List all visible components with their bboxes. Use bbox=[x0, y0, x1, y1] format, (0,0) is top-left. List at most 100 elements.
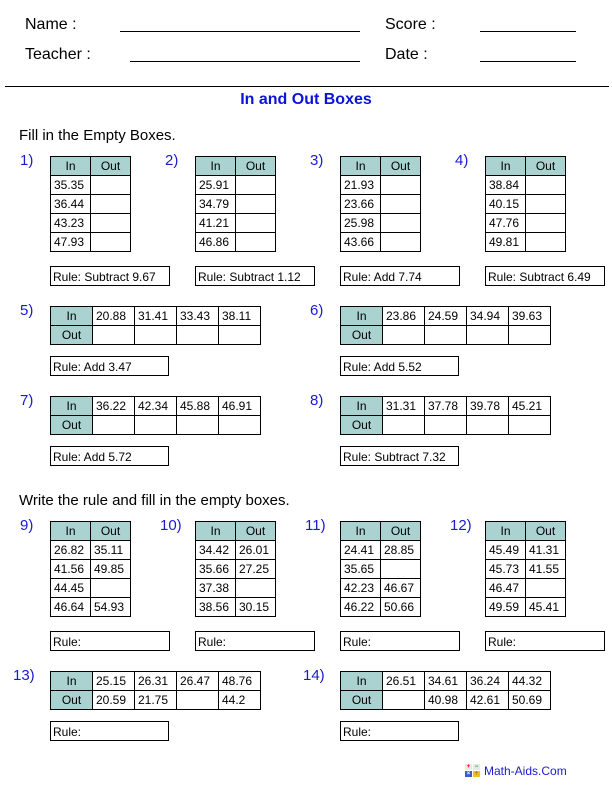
out-header: Out bbox=[235, 521, 276, 541]
in-cell: 43.66 bbox=[340, 232, 381, 252]
table-row: 46.47 bbox=[485, 578, 566, 598]
out-cell[interactable] bbox=[525, 175, 566, 195]
rule-box[interactable]: Rule: bbox=[340, 721, 459, 741]
out-cell: 41.31 bbox=[525, 540, 566, 560]
table-row: 38.84 bbox=[485, 175, 566, 195]
in-cell: 44.32 bbox=[508, 671, 551, 691]
out-header: Out bbox=[525, 521, 566, 541]
out-cell: 35.11 bbox=[90, 540, 131, 560]
out-cell: 40.98 bbox=[424, 690, 467, 710]
table-row: In 31.31 37.78 39.78 45.21 bbox=[340, 396, 551, 416]
out-cell[interactable] bbox=[525, 232, 566, 252]
table-row: 38.56 30.15 bbox=[195, 597, 276, 617]
out-cell[interactable] bbox=[424, 325, 467, 345]
out-cell[interactable] bbox=[466, 325, 509, 345]
table-row: 42.23 46.67 bbox=[340, 578, 421, 598]
header-divider bbox=[5, 86, 609, 87]
out-cell[interactable] bbox=[235, 175, 276, 195]
rule-box[interactable]: Rule: bbox=[50, 631, 170, 651]
table-row: 24.41 28.85 bbox=[340, 540, 421, 560]
rule-box[interactable]: Rule: bbox=[485, 631, 605, 651]
in-cell: 46.86 bbox=[195, 232, 236, 252]
out-cell[interactable] bbox=[380, 213, 421, 233]
brand-link[interactable]: Math-Aids.Com bbox=[484, 764, 567, 778]
date-field[interactable] bbox=[480, 61, 576, 62]
in-cell: 45.73 bbox=[485, 559, 526, 579]
out-cell[interactable] bbox=[235, 213, 276, 233]
problem-9-table: In Out 26.82 35.11 41.56 49.85 44.45 46.64 54.93 bbox=[50, 521, 131, 617]
problem-number: 11) bbox=[305, 517, 326, 534]
in-cell: 45.49 bbox=[485, 540, 526, 560]
out-cell[interactable] bbox=[235, 578, 276, 598]
in-header: In bbox=[195, 521, 236, 541]
out-cell: 42.61 bbox=[466, 690, 509, 710]
table-row: Out bbox=[50, 325, 261, 345]
out-cell[interactable] bbox=[380, 175, 421, 195]
out-cell[interactable] bbox=[90, 232, 131, 252]
out-cell[interactable] bbox=[525, 578, 566, 598]
out-cell[interactable] bbox=[90, 213, 131, 233]
score-label: Score : bbox=[385, 16, 436, 33]
out-cell[interactable] bbox=[176, 690, 219, 710]
out-header: Out bbox=[90, 156, 131, 176]
out-cell[interactable] bbox=[525, 194, 566, 214]
out-cell[interactable] bbox=[508, 415, 551, 435]
in-cell: 46.47 bbox=[485, 578, 526, 598]
out-cell[interactable] bbox=[525, 213, 566, 233]
rule-box[interactable]: Rule: bbox=[50, 721, 169, 741]
out-cell[interactable] bbox=[92, 325, 135, 345]
in-cell: 46.91 bbox=[218, 396, 261, 416]
out-cell[interactable] bbox=[90, 194, 131, 214]
out-cell[interactable] bbox=[176, 325, 219, 345]
out-cell[interactable] bbox=[382, 415, 425, 435]
in-cell: 38.56 bbox=[195, 597, 236, 617]
in-cell: 45.88 bbox=[176, 396, 219, 416]
out-header: Out bbox=[50, 690, 93, 710]
problem-7-table: In 36.22 42.34 45.88 46.91 Out bbox=[50, 396, 261, 435]
out-cell[interactable] bbox=[90, 578, 131, 598]
date-label: Date : bbox=[385, 46, 428, 63]
problem-number: 13) bbox=[13, 667, 35, 684]
rule-box[interactable]: Rule: bbox=[195, 631, 315, 651]
out-cell: 26.01 bbox=[235, 540, 276, 560]
rule-box[interactable]: Rule: bbox=[340, 631, 460, 651]
out-cell[interactable] bbox=[382, 690, 425, 710]
out-cell[interactable] bbox=[508, 325, 551, 345]
out-cell[interactable] bbox=[134, 415, 177, 435]
out-cell[interactable] bbox=[380, 559, 421, 579]
in-cell: 38.11 bbox=[218, 306, 261, 326]
out-header: Out bbox=[50, 325, 93, 345]
out-cell[interactable] bbox=[134, 325, 177, 345]
in-cell: 26.82 bbox=[50, 540, 91, 560]
in-cell: 35.35 bbox=[50, 175, 91, 195]
in-cell: 48.76 bbox=[218, 671, 261, 691]
name-field[interactable] bbox=[120, 31, 360, 32]
problem-2-table: In Out 25.91 34.79 41.21 46.86 bbox=[195, 156, 276, 252]
out-cell[interactable] bbox=[382, 325, 425, 345]
out-cell[interactable] bbox=[380, 194, 421, 214]
out-cell[interactable] bbox=[90, 175, 131, 195]
table-row: 44.45 bbox=[50, 578, 131, 598]
table-row: Out 40.98 42.61 50.69 bbox=[340, 690, 551, 710]
out-cell[interactable] bbox=[424, 415, 467, 435]
out-cell[interactable] bbox=[176, 415, 219, 435]
out-cell[interactable] bbox=[218, 415, 261, 435]
teacher-label: Teacher : bbox=[25, 46, 91, 63]
out-header: Out bbox=[50, 415, 93, 435]
in-cell: 36.22 bbox=[92, 396, 135, 416]
out-cell[interactable] bbox=[380, 232, 421, 252]
score-field[interactable] bbox=[480, 31, 576, 32]
out-cell[interactable] bbox=[218, 325, 261, 345]
problem-number: 9) bbox=[20, 517, 34, 534]
problem-number: 6) bbox=[310, 302, 324, 319]
out-cell[interactable] bbox=[92, 415, 135, 435]
rule-box: Rule: Add 7.74 bbox=[340, 266, 460, 286]
out-cell[interactable] bbox=[466, 415, 509, 435]
in-header: In bbox=[340, 396, 383, 416]
teacher-field[interactable] bbox=[130, 61, 360, 62]
out-cell: 49.85 bbox=[90, 559, 131, 579]
out-cell[interactable] bbox=[235, 194, 276, 214]
in-cell: 20.88 bbox=[92, 306, 135, 326]
out-cell[interactable] bbox=[235, 232, 276, 252]
problem-number: 1) bbox=[20, 152, 34, 169]
